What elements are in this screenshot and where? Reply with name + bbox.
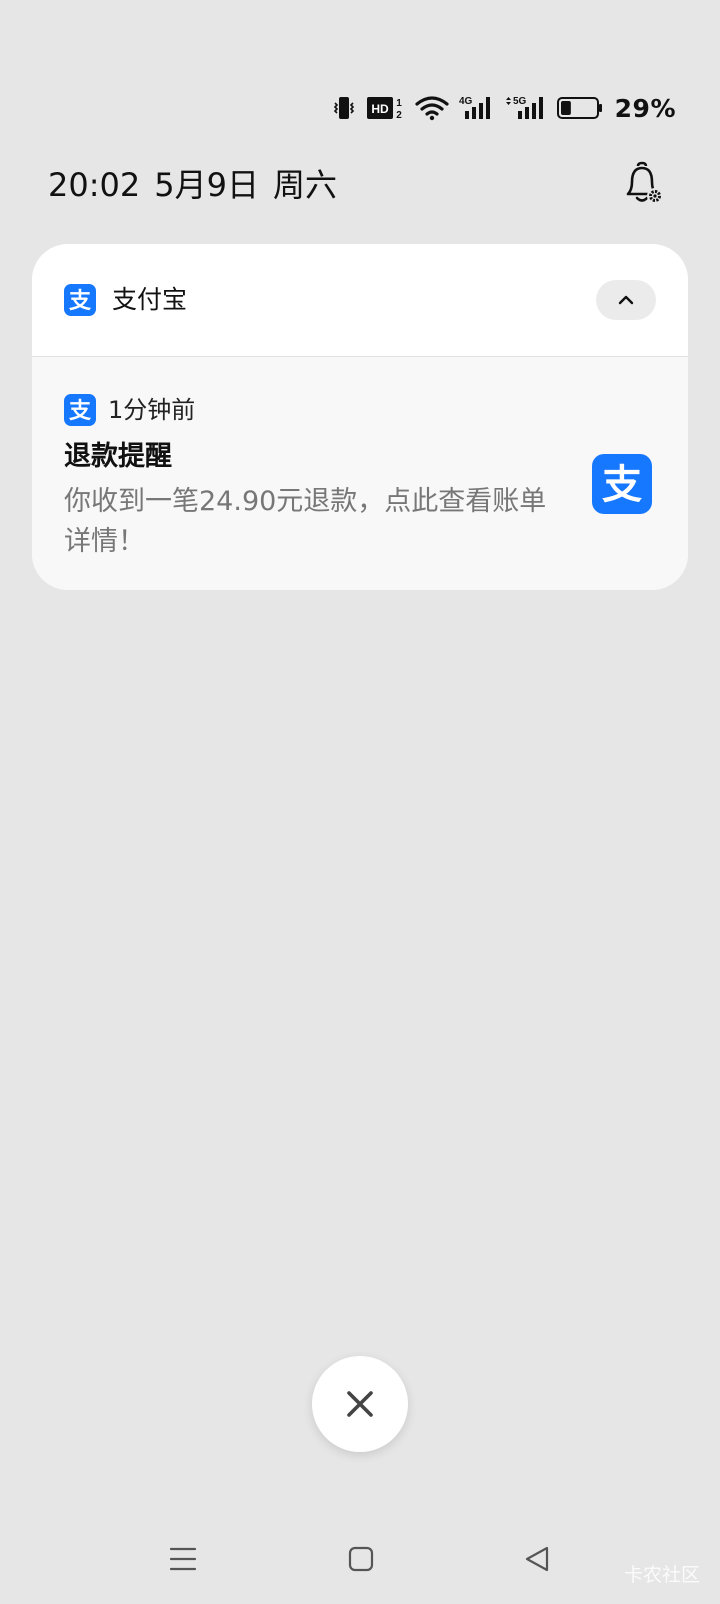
home-button[interactable]	[336, 1534, 386, 1584]
sim2-label: 2	[396, 110, 402, 121]
hd-label: HD	[371, 102, 389, 116]
hd-volte-icon: HD 1 2	[366, 97, 402, 121]
notification-card[interactable]: 支 支付宝 支 1分钟前 退款提醒 你收到一笔24.90元退款，点此查看账单详情…	[32, 244, 688, 590]
alipay-small-icon: 支	[64, 394, 96, 426]
battery-icon	[556, 97, 602, 119]
wifi-icon	[415, 96, 449, 121]
date-time[interactable]: 20:02 5月9日 周六	[48, 160, 351, 206]
menu-icon	[169, 1547, 197, 1571]
notification-text: 你收到一笔24.90元退款，点此查看账单详情！	[64, 486, 547, 557]
chevron-up-icon	[618, 295, 634, 305]
status-bar: HD 1 2 4G 5G 29%	[331, 88, 676, 128]
date-text: 5月9日	[154, 166, 259, 204]
notification-time: 1分钟前	[108, 396, 196, 424]
clear-notifications-button[interactable]	[312, 1356, 408, 1452]
notification-title: 退款提醒	[64, 441, 172, 472]
notification-body[interactable]: 支 1分钟前 退款提醒 你收到一笔24.90元退款，点此查看账单详情！ 支	[32, 357, 688, 590]
vibrate-icon	[333, 97, 354, 119]
back-button[interactable]	[512, 1534, 562, 1584]
menu-button[interactable]	[158, 1534, 208, 1584]
close-icon	[347, 1391, 373, 1417]
signal-5g-icon: 5G	[505, 96, 543, 119]
notification-settings-icon[interactable]	[618, 160, 666, 208]
alipay-large-icon: 支	[592, 454, 652, 514]
alipay-large-icon-glyph: 支	[602, 462, 642, 508]
signal-4g-label: 4G	[459, 96, 473, 107]
signal-5g-label: 5G	[513, 96, 527, 107]
battery-percentage: 29%	[614, 93, 676, 123]
signal-4g-icon: 4G	[459, 96, 490, 119]
notification-header[interactable]: 支 支付宝	[32, 244, 688, 357]
alipay-icon-glyph: 支	[69, 289, 92, 314]
app-name: 支付宝	[112, 285, 188, 314]
home-icon	[348, 1546, 374, 1572]
navigation-bar	[0, 1534, 720, 1584]
alipay-small-icon-glyph: 支	[69, 399, 92, 424]
watermark-text: 卡农社区	[623, 1564, 700, 1586]
back-icon	[525, 1546, 549, 1572]
collapse-button[interactable]	[596, 280, 656, 320]
weekday-text: 周六	[272, 166, 337, 204]
clock-time: 20:02	[48, 166, 141, 204]
alipay-app-icon: 支	[64, 284, 96, 316]
sim1-label: 1	[396, 98, 402, 109]
